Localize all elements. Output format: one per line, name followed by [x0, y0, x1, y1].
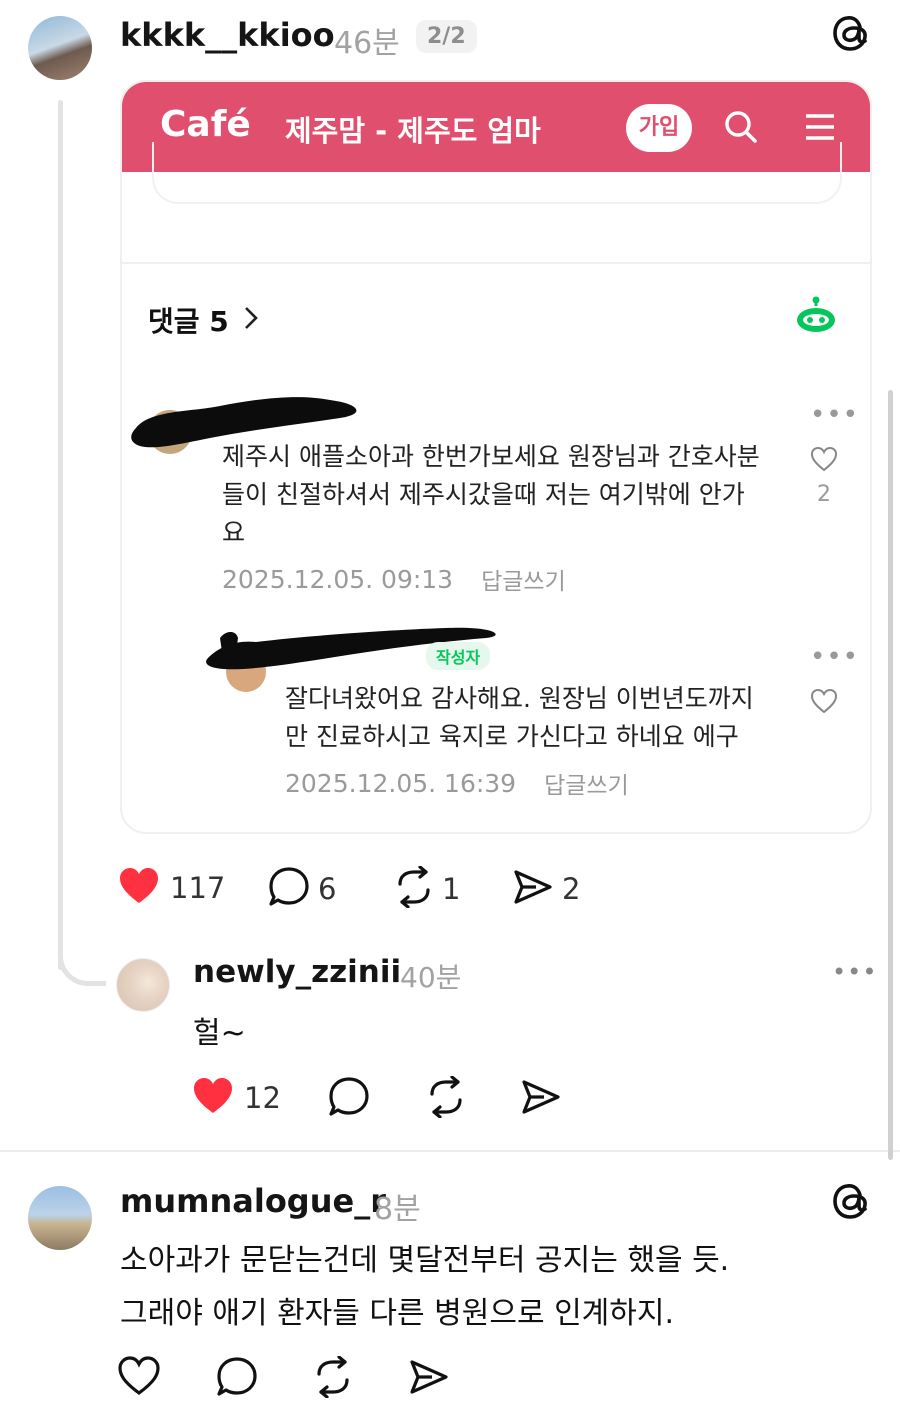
comment-bubble-icon [268, 866, 310, 912]
thread-connector [58, 940, 106, 986]
comment-count: 6 [318, 872, 337, 906]
comment-bubble-icon[interactable] [328, 1076, 370, 1122]
reply-date: 2025.12.05. 16:39 [285, 768, 517, 798]
heart-filled-icon [118, 866, 160, 910]
threads-logo-icon[interactable] [830, 1180, 872, 1222]
timestamp: 46분 [334, 26, 400, 61]
post-text: 소아과가 문닫는건데 몇달전부터 공지는 했을 듯. 그래야 애기 환자들 다른… [120, 1234, 860, 1340]
comment-line: 들이 친절하셔서 제주시갔을때 저는 여기밖에 안가 [222, 480, 745, 509]
comment-button[interactable]: 6 [268, 866, 336, 912]
reply-text: 잘다녀왔어요 감사해요. 원장님 이번년도까지 만 진료하시고 육지로 가신다고… [285, 680, 785, 756]
cafe-card-fragment [152, 142, 842, 204]
comment-text: 제주시 애플소아과 한번가보세요 원장님과 간호사분 들이 친절하셔서 제주시갔… [222, 438, 782, 552]
chevron-right-icon [243, 305, 259, 335]
repost-icon[interactable] [424, 1075, 468, 1122]
avatar[interactable] [116, 958, 170, 1012]
timestamp: 40분 [400, 961, 462, 994]
divider [0, 1150, 900, 1152]
scrollbar[interactable] [888, 390, 893, 1160]
reply-text: 헐~ [193, 1016, 246, 1051]
comment-bubble-icon[interactable] [216, 1356, 258, 1402]
heart-outline-icon[interactable] [118, 1356, 160, 1400]
repost-button[interactable]: 1 [392, 865, 461, 912]
write-reply-link[interactable]: 답글쓰기 [481, 562, 566, 596]
author-badge: 작성자 [426, 642, 491, 670]
like-button[interactable]: 12 [192, 1076, 281, 1120]
comment-date: 2025.12.05. 09:13 [222, 564, 454, 594]
send-icon[interactable] [520, 1076, 562, 1122]
more-options-icon[interactable]: ••• [810, 642, 859, 672]
send-icon [512, 866, 554, 912]
page-badge: 2/2 [416, 20, 477, 53]
repost-icon[interactable] [311, 1355, 355, 1402]
embedded-screenshot: Café 제주맘 - 제주도 엄마 가입 댓글 5 ••• 제주시 애플소아과 … [120, 80, 872, 834]
comment-like-count: 2 [817, 482, 831, 507]
comment-line: 제주시 애플소아과 한번가보세요 원장님과 간호사분 [222, 442, 760, 471]
username[interactable]: kkkk__kkioo [120, 16, 335, 54]
comment-line: 요 [222, 518, 246, 547]
repost-count: 1 [442, 872, 461, 906]
threads-logo-icon[interactable] [830, 12, 872, 54]
send-icon[interactable] [408, 1356, 450, 1402]
reply-line: 만 진료하시고 육지로 가신다고 하네요 에구 [285, 722, 739, 751]
search-icon[interactable] [722, 108, 760, 146]
like-button[interactable]: 117 [118, 866, 225, 910]
repost-icon [392, 865, 436, 912]
timestamp: 8분 [374, 1192, 421, 1227]
like-count: 117 [170, 871, 226, 905]
post-line: 그래야 애기 환자들 다른 병원으로 인계하지. [120, 1296, 675, 1331]
cafe-brand: Café [160, 104, 251, 145]
username[interactable]: newly_zzinii [193, 954, 401, 990]
share-button[interactable]: 2 [512, 866, 580, 912]
heart-outline-icon[interactable] [810, 446, 838, 472]
heart-outline-icon[interactable] [810, 688, 838, 714]
menu-icon[interactable] [804, 112, 836, 142]
more-options-icon[interactable]: ••• [810, 400, 859, 430]
like-count: 12 [244, 1081, 281, 1115]
more-options-icon[interactable]: ••• [832, 958, 877, 986]
username[interactable]: mumnalogue_r [120, 1182, 386, 1220]
write-reply-link[interactable]: 답글쓰기 [544, 766, 629, 800]
reply-line: 잘다녀왔어요 감사해요. 원장님 이번년도까지 [285, 684, 754, 713]
thread-line [58, 100, 63, 970]
section-divider [122, 262, 870, 264]
avatar[interactable] [28, 16, 92, 80]
heart-filled-icon [192, 1076, 234, 1120]
reply-meta: 2025.12.05. 16:39 답글쓰기 [285, 766, 629, 800]
comment-meta: 2025.12.05. 09:13 답글쓰기 [222, 562, 566, 596]
comments-count-label: 댓글 5 [148, 305, 229, 338]
comments-header[interactable]: 댓글 5 [148, 300, 259, 340]
naver-bot-icon[interactable] [794, 296, 838, 336]
share-count: 2 [562, 872, 581, 906]
avatar[interactable] [28, 1186, 92, 1250]
post-line: 소아과가 문닫는건데 몇달전부터 공지는 했을 듯. [120, 1243, 730, 1278]
